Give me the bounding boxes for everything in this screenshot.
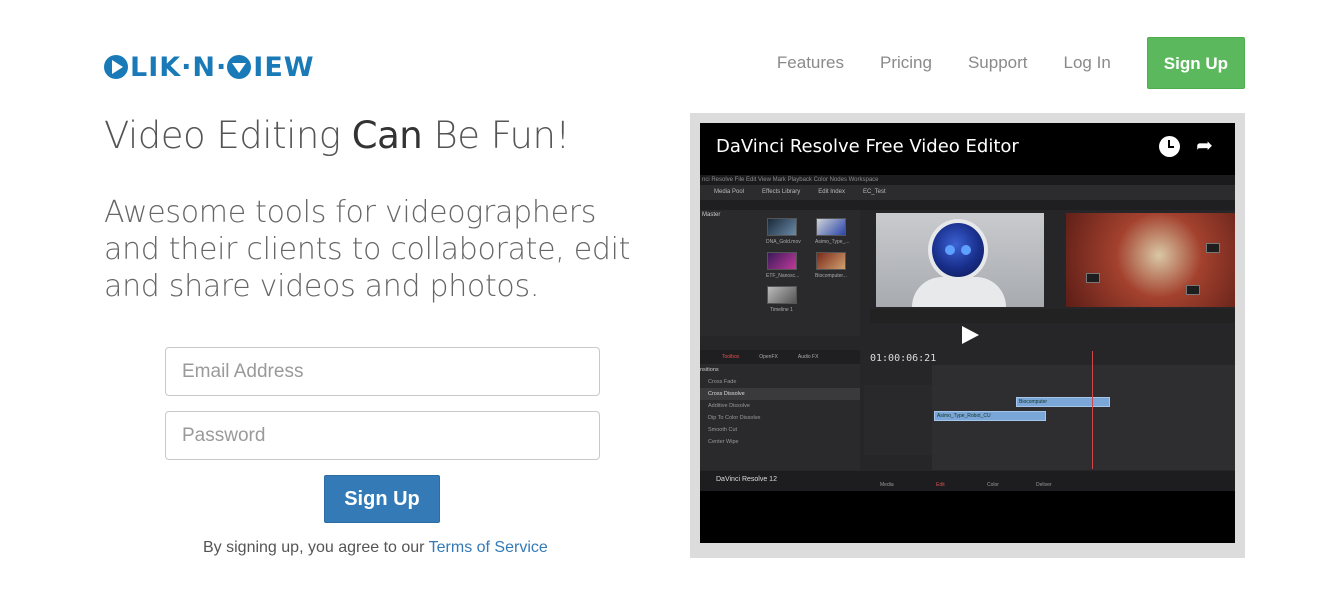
fx-tab-audiofx: Audio FX [797, 354, 819, 360]
source-viewer [876, 213, 1044, 307]
logo-text-part1: LIK·N· [130, 51, 228, 83]
robot-body [912, 277, 1006, 307]
video-play-icon[interactable] [953, 323, 983, 347]
subheadline: Awesome tools for videographers and thei… [104, 195, 631, 304]
terms-prefix: By signing up, you agree to our [203, 539, 429, 556]
headline: Video Editing Can Be Fun! [104, 114, 570, 157]
fx-tab-openfx: OpenFX [759, 354, 778, 360]
headline-bold: Can [351, 114, 423, 157]
thumb-bio [816, 252, 846, 270]
toolbar-project: EC_Test [862, 189, 886, 195]
fx-item: Dip To Color Dissolve [708, 415, 761, 421]
app-toolbar: Media Pool Effects Library Edit Index EC… [700, 185, 1235, 200]
fx-item: Smooth Cut [708, 427, 738, 433]
toolbar-effects: Effects Library [762, 189, 801, 195]
share-icon[interactable]: ➦ [1194, 136, 1215, 157]
fx-item: Cross Dissolve [700, 388, 860, 400]
media-pool: Master DNA_Gold.mov Asimo_Type_... ETF_N… [700, 210, 860, 336]
terms-text: By signing up, you agree to our Terms of… [203, 539, 548, 557]
video-frame-app-screenshot: nci Resolve File Edit View Mark Playback… [700, 175, 1235, 491]
signup-submit-button[interactable]: Sign Up [324, 475, 440, 523]
fx-item: Cross Fade [708, 379, 737, 385]
nav-features[interactable]: Features [777, 53, 844, 73]
thumb-label-asimo: Asimo_Type_... [815, 239, 850, 245]
bottom-tab-color: Color [987, 482, 999, 488]
circuit-chip [1206, 243, 1220, 253]
logo-text-part2: IEW [253, 51, 315, 83]
bottom-tab-media: Media [880, 482, 894, 488]
top-nav: Features Pricing Support Log In Sign Up [777, 37, 1245, 89]
watch-later-icon[interactable] [1159, 136, 1180, 157]
timeline: Biocomputer Asimo_Type_Robot_CU [932, 365, 1235, 470]
fx-item: Center Wipe [708, 439, 739, 445]
headline-part2: Be Fun! [422, 114, 571, 157]
thumb-label-timeline: Timeline 1 [770, 307, 793, 313]
robot-eye-left [945, 245, 955, 255]
toolbar-media-pool: Media Pool [714, 189, 745, 195]
thumb-label-etf: ETF_Nanosc... [766, 273, 800, 279]
timecode: 01:00:06:21 [870, 353, 937, 364]
viewer-controls [870, 309, 1235, 323]
fx-tab-toolbox: Toolbox [722, 354, 740, 360]
bottom-tab-deliver: Deliver [1036, 482, 1052, 488]
pool-master: Master [702, 212, 721, 218]
fx-tabs: Toolbox OpenFX Audio FX [700, 350, 860, 364]
clip-asimo: Asimo_Type_Robot_CU [934, 411, 1046, 421]
toolbar-edit-index: Edit Index [818, 189, 845, 195]
nav-support[interactable]: Support [968, 53, 1028, 73]
thumb-timeline [767, 286, 797, 304]
track-headers [864, 385, 934, 455]
robot-head [928, 219, 988, 281]
thumb-label-dna: DNA_Gold.mov [766, 239, 801, 245]
video-frame: DaVinci Resolve Free Video Editor ➦ nci … [690, 113, 1245, 558]
nav-signup-button[interactable]: Sign Up [1146, 37, 1245, 89]
video-icons: ➦ [1159, 136, 1215, 157]
view-logo-icon [227, 55, 252, 79]
playhead [1092, 351, 1093, 469]
thumb-asimo [816, 218, 846, 236]
effects-library: Toolbox OpenFX Audio FX nsitions Cross F… [700, 350, 860, 470]
fx-item: Additive Dissolve [708, 403, 750, 409]
thumb-etf [767, 252, 797, 270]
nav-login[interactable]: Log In [1064, 53, 1111, 73]
fx-item: nsitions [700, 367, 719, 373]
app-bottom-bar: DaVinci Resolve 12 Media Edit Color Deli… [700, 471, 1235, 491]
app-panel-bar [700, 200, 1235, 210]
robot-eye-right [961, 245, 971, 255]
video-title[interactable]: DaVinci Resolve Free Video Editor [716, 136, 1019, 157]
circuit-chip [1186, 285, 1200, 295]
app-name: DaVinci Resolve 12 [716, 476, 777, 483]
terms-of-service-link[interactable]: Terms of Service [429, 539, 548, 556]
thumb-dna [767, 218, 797, 236]
app-menu-bar: nci Resolve File Edit View Mark Playback… [700, 175, 1235, 185]
email-field[interactable] [165, 347, 600, 396]
headline-part1: Video Editing [104, 114, 352, 157]
nav-pricing[interactable]: Pricing [880, 53, 932, 73]
password-field[interactable] [165, 411, 600, 460]
thumb-label-bio: Biocomputer... [815, 273, 847, 279]
bottom-tab-edit: Edit [936, 482, 945, 488]
logo[interactable]: LIK·N· IEW [104, 50, 315, 84]
video-player[interactable]: DaVinci Resolve Free Video Editor ➦ nci … [700, 123, 1235, 543]
timeline-viewer [1066, 213, 1235, 307]
circuit-chip [1086, 273, 1100, 283]
play-logo-icon [104, 55, 128, 79]
clip-biocomputer: Biocomputer [1016, 397, 1110, 407]
